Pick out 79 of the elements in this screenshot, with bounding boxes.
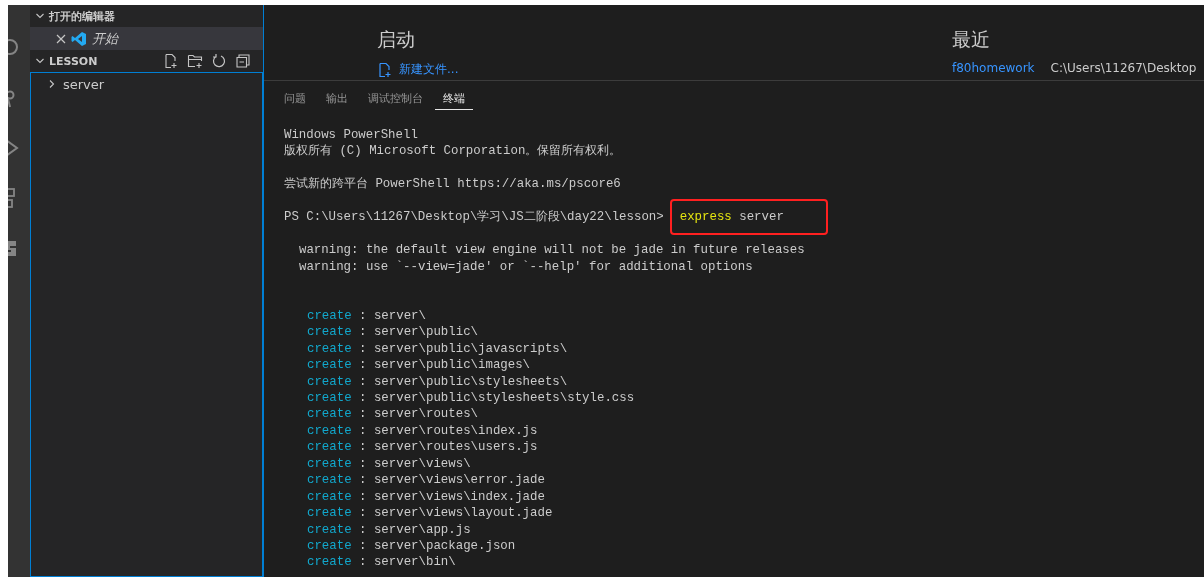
panel-tab[interactable]: 调试控制台: [360, 86, 431, 110]
terminal-prompt: PS C:\Users\11267\Desktop\学习\JS二阶段\day22\lesson>: [284, 209, 664, 226]
separator: :: [359, 357, 367, 374]
created-path: server\: [373, 307, 426, 325]
action-keyword: create: [307, 340, 352, 358]
terminal-line: Windows PowerShell: [284, 127, 418, 144]
open-editor-item[interactable]: 开始: [30, 27, 263, 50]
action-keyword: create: [307, 357, 352, 374]
section-heading: 启动: [377, 27, 416, 52]
separator: :: [359, 373, 367, 390]
action-keyword: create: [307, 373, 352, 390]
separator: :: [359, 472, 367, 489]
separator: :: [359, 455, 367, 473]
separator: :: [359, 439, 367, 456]
command-name: express: [679, 209, 732, 226]
separator: :: [359, 505, 367, 522]
new-file-icon[interactable]: [163, 53, 179, 69]
new-file-link[interactable]: 新建文件...: [399, 61, 459, 78]
command-argument: server: [739, 209, 784, 226]
recent-folder-link[interactable]: f80homework: [952, 61, 1035, 75]
close-icon[interactable]: [56, 33, 66, 44]
separator: :: [359, 324, 367, 341]
created-path: server\public\stylesheets\style.css: [373, 390, 635, 407]
created-path: server\routes\index.js: [373, 422, 538, 440]
collapse-all-icon[interactable]: [235, 53, 251, 69]
created-path: server\public\images\: [373, 357, 531, 374]
warning-line: warning: the default view engine will not be jade in future releases: [299, 242, 805, 259]
created-path: server\public\javascripts\: [373, 340, 568, 358]
section-heading: 最近: [952, 27, 991, 52]
created-path: server\public\: [373, 324, 478, 341]
warning-line: warning: use `--view=jade' or `--help' for additional options: [299, 258, 753, 275]
separator: :: [359, 307, 367, 325]
action-keyword: create: [307, 324, 352, 341]
panel-tab[interactable]: 终端: [435, 86, 473, 110]
new-folder-icon[interactable]: [187, 53, 203, 69]
separator: :: [359, 390, 367, 407]
new-file-icon: [377, 61, 393, 78]
created-path: server\views\index.jade: [373, 488, 545, 506]
action-keyword: create: [307, 390, 352, 407]
created-path: server\bin\: [373, 554, 456, 571]
terminal-line: 尝试新的跨平台 PowerShell https://aka.ms/pscore6: [284, 176, 621, 193]
created-path: server\public\stylesheets\: [373, 373, 568, 390]
created-path: server\routes\: [373, 406, 478, 423]
created-path: server\views\error.jade: [373, 472, 545, 489]
chevron-icon[interactable]: [35, 56, 45, 66]
action-keyword: create: [307, 307, 352, 325]
action-keyword: create: [307, 422, 352, 440]
terminal-line: 版权所有 (C) Microsoft Corporation。保留所有权利。: [284, 143, 622, 160]
action-keyword: create: [307, 472, 352, 489]
recent-folder-path: C:\Users\11267\Desktop: [1050, 61, 1197, 75]
action-keyword: create: [307, 521, 352, 538]
created-path: server\views\: [373, 455, 471, 473]
action-keyword: create: [307, 488, 352, 506]
separator: :: [359, 537, 367, 555]
folder-item[interactable]: server: [63, 76, 105, 92]
separator: :: [359, 340, 367, 358]
folder-title[interactable]: LESSON: [49, 54, 159, 68]
action-keyword: create: [307, 455, 352, 473]
action-keyword: create: [307, 505, 352, 522]
logo-icon: [71, 30, 87, 47]
panel-tab[interactable]: 问题: [276, 86, 314, 110]
created-path: server\app.js: [373, 521, 471, 538]
separator: :: [359, 406, 367, 423]
panel-tab[interactable]: 输出: [318, 86, 356, 110]
section-title[interactable]: 打开的编辑器: [49, 8, 263, 24]
action-keyword: create: [307, 537, 352, 555]
created-path: server\views\layout.jade: [373, 505, 553, 522]
action-keyword: create: [307, 406, 352, 423]
chevron-icon[interactable]: [47, 79, 57, 89]
separator: :: [359, 554, 367, 571]
separator: :: [359, 422, 367, 440]
created-path: server\routes\users.js: [373, 439, 538, 456]
created-path: server\package.json: [373, 537, 516, 555]
action-keyword: create: [307, 439, 352, 456]
chevron-icon[interactable]: [35, 11, 45, 21]
action-keyword: create: [307, 554, 352, 571]
refresh-icon[interactable]: [211, 53, 227, 69]
separator: :: [359, 488, 367, 506]
separator: :: [359, 521, 367, 538]
